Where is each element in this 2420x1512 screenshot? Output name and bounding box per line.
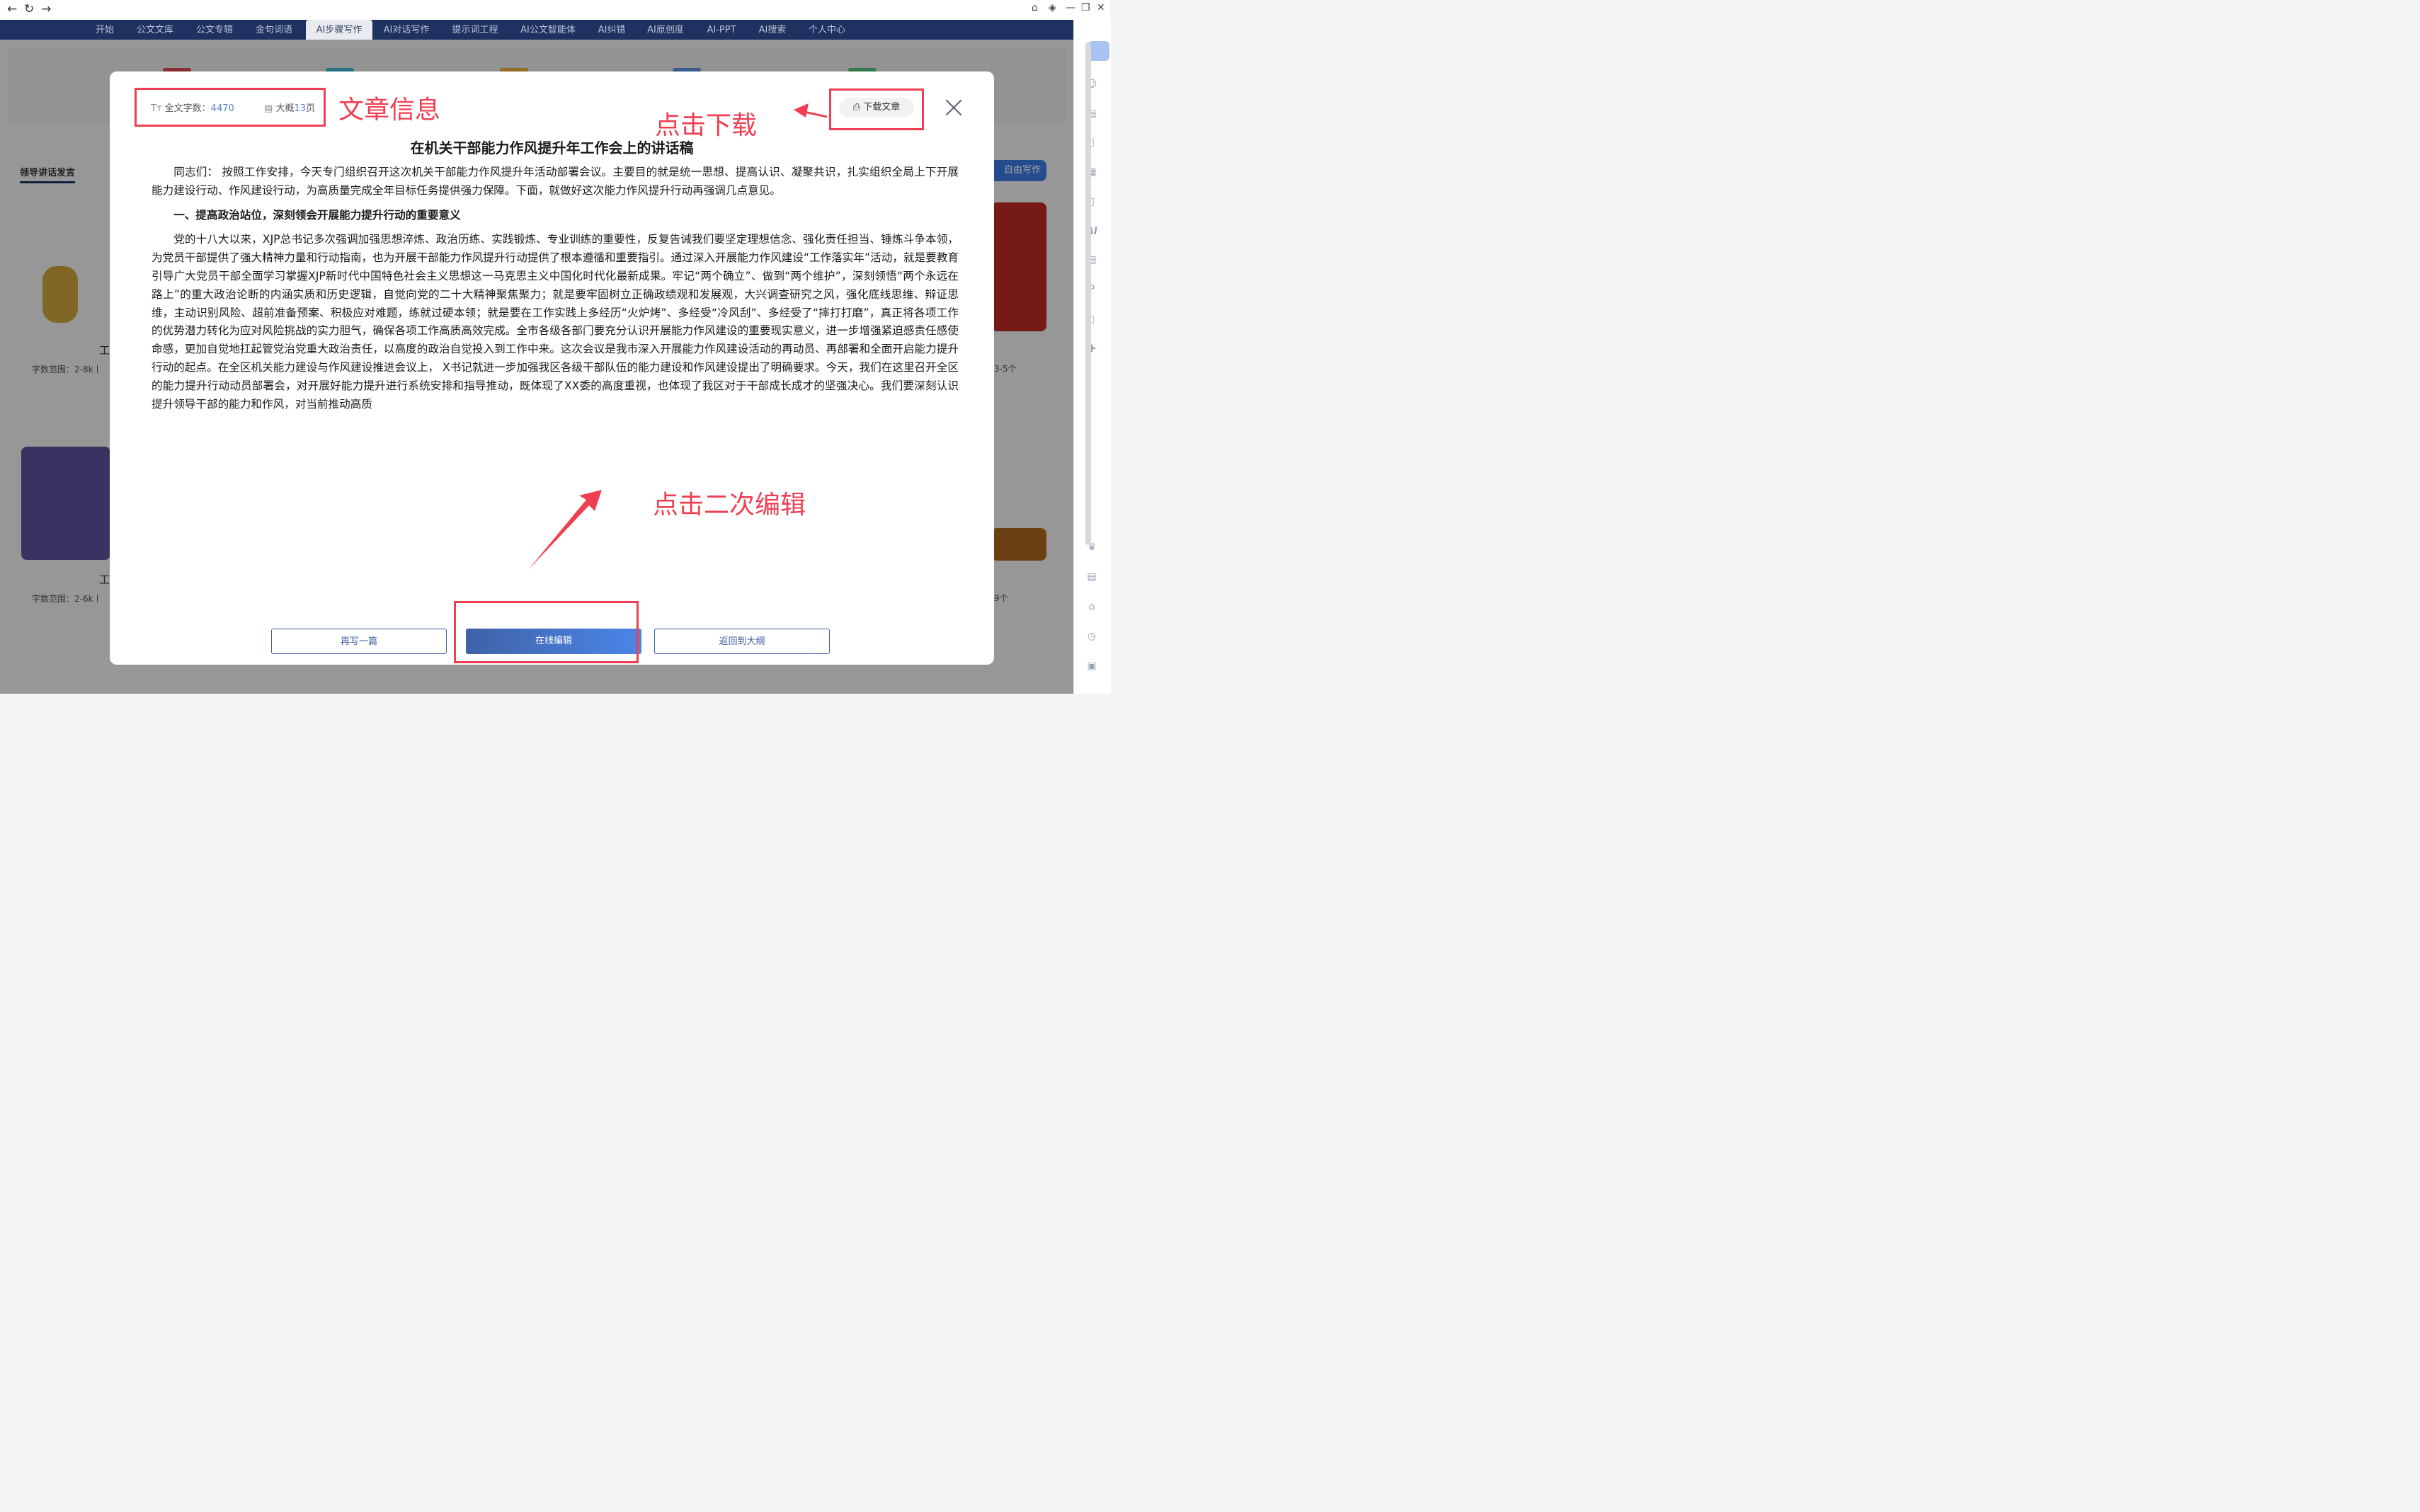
- nav-item-ai-originality[interactable]: AI原创度: [643, 20, 688, 40]
- nav-item-ai-agent[interactable]: AI公文智能体: [517, 20, 579, 40]
- annotation-box-article-info: [135, 88, 326, 127]
- annotation-click-edit: 点击二次编辑: [653, 491, 806, 520]
- rewrite-button[interactable]: 再写一篇: [271, 629, 447, 654]
- sidebar-toggle-icon[interactable]: [1088, 41, 1109, 61]
- nav-item-ai-correct[interactable]: AI纠错: [593, 20, 630, 40]
- nav-item-ai-step-writing[interactable]: AI步骤写作: [306, 20, 372, 40]
- cart-icon[interactable]: ▣: [1084, 658, 1100, 674]
- nav-item-start[interactable]: 开始: [89, 20, 120, 40]
- article-preview-modal: Tт 全文字数：4470 ▤ 大概13页 ⎙ 下载文章 在机关干部能力作风提升年…: [110, 71, 994, 665]
- annotation-box-download: [829, 88, 924, 130]
- home-icon[interactable]: ⌂: [1032, 2, 1038, 13]
- nav-item-profile[interactable]: 个人中心: [804, 20, 850, 40]
- back-to-outline-button[interactable]: 返回到大纲: [654, 629, 830, 654]
- nav-item-prompt-engineering[interactable]: 提示词工程: [447, 20, 503, 40]
- forward-icon[interactable]: →: [41, 2, 51, 16]
- back-icon[interactable]: ←: [7, 2, 17, 16]
- nav-item-album[interactable]: 公文专辑: [193, 20, 236, 40]
- article-heading: 一、提高政治站位，深刻领会开展能力提升行动的重要意义: [173, 208, 461, 222]
- annotation-click-download: 点击下载: [655, 111, 758, 140]
- restore-icon[interactable]: ❐: [1081, 2, 1090, 13]
- nav-item-ai-search[interactable]: AI搜索: [753, 20, 792, 40]
- annotation-article-info: 文章信息: [338, 96, 441, 125]
- page-scrollbar[interactable]: [1085, 42, 1091, 545]
- home-sidebar-icon[interactable]: ⌂: [1084, 599, 1100, 614]
- nav-item-ai-chat-writing[interactable]: AI对话写作: [381, 20, 432, 40]
- nav-item-library[interactable]: 公文文库: [133, 20, 177, 40]
- article-paragraph: 党的十八大以来，XJP总书记多次强调加强思想淬炼、政治历练、实践锻炼、专业训练的…: [152, 233, 959, 411]
- article-body: 同志们： 按照工作安排，今天专门组织召开这次机关干部能力作风提升年活动部署会议。…: [152, 164, 959, 420]
- article-title: 在机关干部能力作风提升年工作会上的讲话稿: [410, 139, 694, 156]
- browser-toolbar: ← ↻ → ⌂ ◈ — ❐ ✕: [0, 0, 1110, 21]
- nav-item-phrases[interactable]: 金句词语: [252, 20, 296, 40]
- time-icon[interactable]: ◷: [1084, 629, 1100, 644]
- shield-icon[interactable]: ◈: [1049, 2, 1056, 13]
- reload-icon[interactable]: ↻: [24, 2, 34, 16]
- nav-item-ai-ppt[interactable]: AI-PPT: [702, 20, 741, 40]
- close-icon[interactable]: [943, 97, 964, 118]
- top-navigation: 开始 公文文库 公文专辑 金句词语 AI步骤写作 AI对话写作 提示词工程 AI…: [0, 20, 1073, 40]
- right-sidebar: ☺ ▤ ▯ ▦ ▯ AI ▤ P ▯ ✚ ♛ ▤ ⌂ ◷ ▣: [1073, 20, 1111, 694]
- annotation-box-edit: [454, 601, 639, 663]
- close-window-icon[interactable]: ✕: [1097, 2, 1105, 13]
- article-paragraph: 同志们： 按照工作安排，今天专门组织召开这次机关干部能力作风提升年活动部署会议。…: [152, 166, 959, 197]
- minimize-icon[interactable]: —: [1066, 2, 1075, 13]
- clipboard-icon[interactable]: ▤: [1084, 569, 1100, 585]
